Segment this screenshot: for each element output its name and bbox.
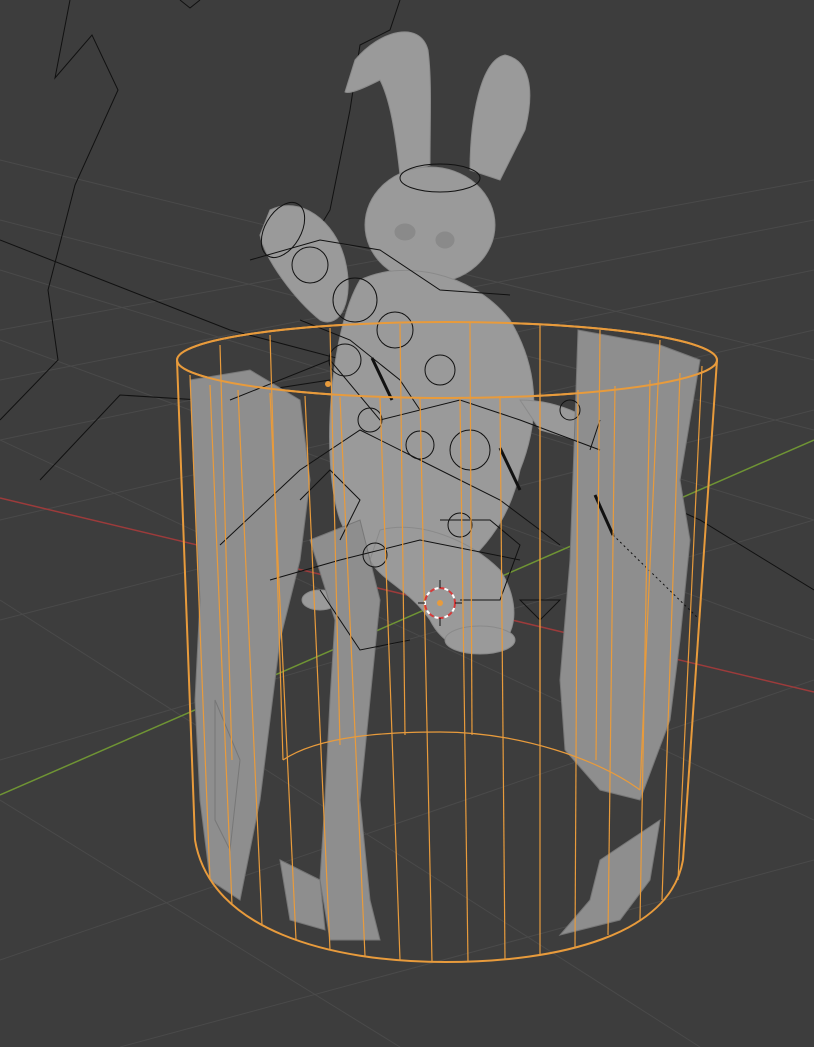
origin-dot-icon — [325, 381, 331, 387]
origin-dot-icon — [437, 600, 443, 606]
3d-viewport[interactable] — [0, 0, 814, 1047]
rabbit-eye-left — [394, 223, 416, 241]
rabbit-eye-right — [435, 231, 455, 249]
rabbit-foot — [444, 625, 516, 655]
viewport-canvas[interactable] — [0, 0, 814, 1047]
